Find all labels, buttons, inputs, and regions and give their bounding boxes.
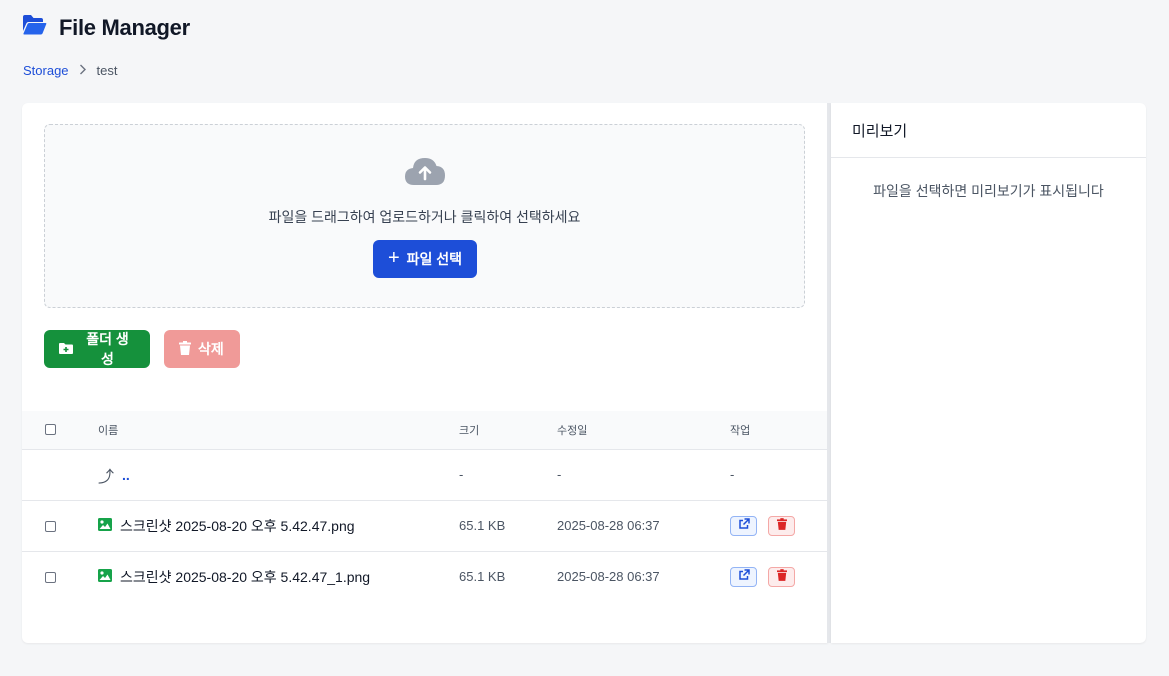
chevron-right-icon	[79, 63, 87, 78]
image-icon	[98, 568, 112, 585]
select-file-button[interactable]: + 파일 선택	[373, 240, 477, 278]
select-file-label: 파일 선택	[406, 251, 463, 267]
file-name[interactable]: 스크린샷 2025-08-20 오후 5.42.47_1.png	[120, 567, 370, 587]
parent-actions: -	[730, 449, 828, 501]
cloud-upload-icon	[404, 155, 446, 192]
select-all-checkbox[interactable]	[45, 424, 56, 436]
parent-directory-row[interactable]: ⤴ .. - - -	[22, 449, 828, 501]
breadcrumb: Storage test	[23, 63, 118, 78]
table-row[interactable]: 스크린샷 2025-08-20 오후 5.42.47.png 65.1 KB 2…	[22, 500, 828, 552]
parent-size: -	[459, 449, 557, 501]
table-row[interactable]: 스크린샷 2025-08-20 오후 5.42.47_1.png 65.1 KB…	[22, 551, 828, 602]
folder-plus-icon	[59, 341, 73, 357]
table-header-row: 이름 크기 수정일 작업	[22, 411, 828, 450]
file-size: 65.1 KB	[459, 569, 506, 585]
create-folder-label: 폴더 생성	[86, 331, 129, 367]
plus-icon: +	[387, 247, 400, 269]
image-icon	[98, 517, 112, 534]
preview-title: 미리보기	[831, 103, 1146, 158]
row-checkbox[interactable]	[45, 572, 56, 584]
file-name[interactable]: 스크린샷 2025-08-20 오후 5.42.47.png	[120, 516, 355, 536]
open-file-button[interactable]	[730, 566, 757, 587]
parent-modified: -	[557, 449, 730, 501]
file-size: 65.1 KB	[459, 500, 557, 552]
file-table: 이름 크기 수정일 작업 ⤴ .. - - - 스크린샷 2025-08-20 …	[22, 411, 828, 602]
delete-label: 삭제	[198, 341, 224, 357]
external-link-icon	[738, 569, 750, 584]
header-actions: 작업	[730, 411, 828, 450]
app-header: File Manager	[22, 14, 190, 41]
preview-panel: 미리보기 파일을 선택하면 미리보기가 표시됩니다	[831, 103, 1146, 643]
breadcrumb-current: test	[96, 63, 118, 78]
external-link-icon	[738, 518, 750, 533]
header-modified: 수정일	[557, 411, 730, 450]
header-size: 크기	[459, 411, 557, 450]
file-actions: 폴더 생성 삭제	[44, 330, 240, 368]
level-up-icon: ⤴	[98, 468, 115, 486]
delete-file-button[interactable]	[768, 566, 795, 587]
trash-icon	[776, 518, 787, 533]
file-browser-panel: 파일을 드래그하여 업로드하거나 클릭하여 선택하세요 + 파일 선택 폴더 생…	[22, 103, 828, 643]
create-folder-button[interactable]: 폴더 생성	[44, 330, 150, 368]
folder-open-icon	[22, 14, 47, 41]
upload-dropzone[interactable]: 파일을 드래그하여 업로드하거나 클릭하여 선택하세요 + 파일 선택	[44, 124, 805, 308]
delete-file-button[interactable]	[768, 515, 795, 536]
row-checkbox[interactable]	[45, 521, 56, 533]
trash-icon	[776, 569, 787, 584]
file-modified: 2025-08-28 06:37	[557, 500, 730, 552]
delete-button[interactable]: 삭제	[164, 330, 240, 368]
header-name: 이름	[98, 411, 459, 450]
preview-empty-message: 파일을 선택하면 미리보기가 표시됩니다	[873, 183, 1104, 199]
trash-icon	[179, 340, 191, 358]
open-file-button[interactable]	[730, 515, 757, 536]
file-modified: 2025-08-28 06:37	[557, 569, 660, 585]
breadcrumb-storage-link[interactable]: Storage	[23, 63, 69, 78]
parent-directory-link[interactable]: ..	[122, 467, 130, 483]
page-title: File Manager	[59, 14, 190, 40]
upload-hint: 파일을 드래그하여 업로드하거나 클릭하여 선택하세요	[268, 209, 581, 225]
